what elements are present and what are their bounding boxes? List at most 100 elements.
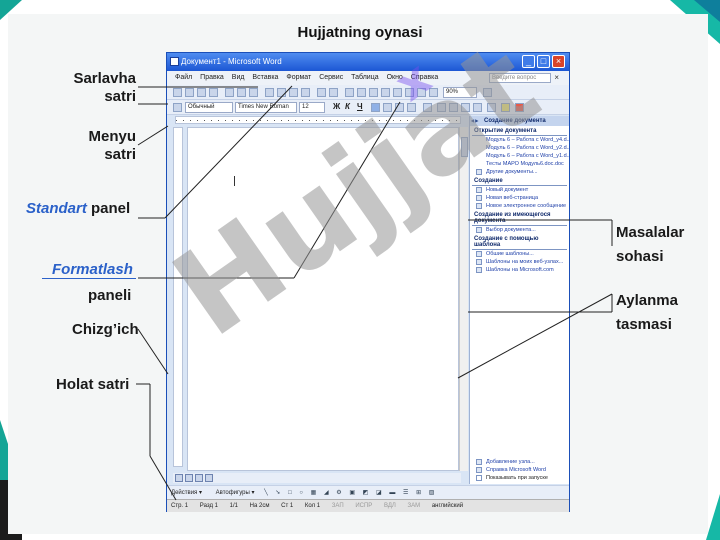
permission-icon[interactable] bbox=[209, 88, 218, 97]
menu-window[interactable]: Окно bbox=[387, 74, 403, 81]
draw-actions-menu[interactable]: Действия ▾ bbox=[171, 490, 202, 496]
minimize-button[interactable]: _ bbox=[522, 55, 535, 68]
line-spacing-icon[interactable] bbox=[423, 103, 432, 112]
menu-format[interactable]: Формат bbox=[286, 74, 311, 81]
styles-pane-icon[interactable] bbox=[173, 103, 182, 112]
new-document-icon[interactable] bbox=[173, 88, 182, 97]
redo-icon[interactable] bbox=[329, 88, 338, 97]
align-left-icon[interactable] bbox=[371, 103, 380, 112]
spelling-icon[interactable] bbox=[249, 88, 258, 97]
align-right-icon[interactable] bbox=[395, 103, 404, 112]
label-standard-panel-em: Standart bbox=[26, 200, 87, 217]
recent-file-2[interactable]: Модуль 6 – Работа с Word_y2.d... bbox=[470, 144, 569, 152]
show-at-startup-checkbox[interactable]: Показывать при запуске bbox=[470, 474, 569, 482]
menu-close-icon[interactable]: × bbox=[554, 71, 559, 85]
word-help-link[interactable]: Справка Microsoft Word bbox=[470, 466, 569, 474]
my-web-templates-link[interactable]: Шаблоны на моих веб-узлах... bbox=[470, 258, 569, 266]
tables-borders-icon[interactable] bbox=[357, 88, 366, 97]
borders-icon[interactable] bbox=[487, 103, 496, 112]
menu-bar: Файл Правка Вид Вставка Формат Сервис Та… bbox=[167, 71, 569, 85]
task-pane: Создание документа Открытие документа Мо… bbox=[469, 116, 569, 484]
menu-file[interactable]: Файл bbox=[175, 74, 192, 81]
more-documents-label: Другие документы... bbox=[486, 169, 538, 175]
slide-title: Hujjatning oynasi bbox=[297, 24, 423, 41]
numbering-icon[interactable] bbox=[437, 103, 446, 112]
print-icon[interactable] bbox=[225, 88, 234, 97]
vertical-scrollbar[interactable] bbox=[459, 127, 468, 471]
label-title-bar: Sarlavha satri bbox=[62, 70, 136, 106]
help-icon[interactable] bbox=[483, 88, 492, 97]
word-help-label: Справка Microsoft Word bbox=[486, 467, 546, 473]
menu-help[interactable]: Справка bbox=[411, 74, 438, 81]
copy-icon[interactable] bbox=[277, 88, 286, 97]
more-documents-link[interactable]: Другие документы... bbox=[470, 168, 569, 176]
recent-file-1[interactable]: Модуль 6 – Работа с Word_y4.d... bbox=[470, 136, 569, 144]
document-map-icon[interactable] bbox=[417, 88, 426, 97]
add-place-link[interactable]: Добавление узла... bbox=[470, 458, 569, 466]
recent-file-3[interactable]: Модуль 6 – Работа с Word_y1.d... bbox=[470, 152, 569, 160]
status-column: Кол 1 bbox=[304, 503, 321, 509]
recent-file-4[interactable]: Тесты МАРО Модуль6.doc.doc bbox=[470, 160, 569, 168]
document-area[interactable] bbox=[187, 127, 459, 471]
drawing-tools-icons[interactable]: ╲ ➘ □ ○ ▦ ◢ ⚙ ▣ ◩ ◪ ▬ ☰ ⊞ ▨ bbox=[264, 490, 437, 496]
word-window: Документ1 - Microsoft Word _ □ × Файл Пр… bbox=[166, 52, 570, 512]
web-view-icon[interactable] bbox=[185, 474, 193, 482]
bold-button[interactable]: Ж bbox=[333, 102, 340, 111]
font-color-icon[interactable] bbox=[515, 103, 524, 112]
text-cursor bbox=[234, 176, 235, 186]
window-title-bar[interactable]: Документ1 - Microsoft Word _ □ × bbox=[167, 53, 569, 71]
horizontal-ruler[interactable] bbox=[175, 116, 461, 124]
align-center-icon[interactable] bbox=[383, 103, 392, 112]
vertical-ruler[interactable] bbox=[173, 127, 183, 467]
maximize-button[interactable]: □ bbox=[537, 55, 550, 68]
drawing-icon[interactable] bbox=[405, 88, 414, 97]
justify-icon[interactable] bbox=[407, 103, 416, 112]
ask-question-input[interactable]: Введите вопрос bbox=[489, 73, 551, 83]
font-select[interactable]: Times New Roman bbox=[235, 102, 297, 113]
formatting-toolbar: Обычный Times New Roman 12 Ж К Ч bbox=[167, 100, 569, 115]
general-templates-link[interactable]: Обшие шаблоны... bbox=[470, 250, 569, 258]
font-size-select[interactable]: 12 bbox=[299, 102, 325, 113]
open-icon[interactable] bbox=[185, 88, 194, 97]
highlight-icon[interactable] bbox=[501, 103, 510, 112]
save-icon[interactable] bbox=[197, 88, 206, 97]
menu-tools[interactable]: Сервис bbox=[319, 74, 343, 81]
paste-icon[interactable] bbox=[289, 88, 298, 97]
autoshapes-menu[interactable]: Автофигуры ▾ bbox=[216, 490, 255, 496]
label-ruler: Chizg’ich bbox=[72, 321, 139, 338]
decrease-indent-icon[interactable] bbox=[461, 103, 470, 112]
menu-table[interactable]: Таблица bbox=[351, 74, 378, 81]
format-painter-icon[interactable] bbox=[301, 88, 310, 97]
insert-table-icon[interactable] bbox=[369, 88, 378, 97]
columns-icon[interactable] bbox=[393, 88, 402, 97]
print-layout-icon[interactable] bbox=[195, 474, 203, 482]
new-document-link[interactable]: Новый документ bbox=[470, 186, 569, 194]
style-select[interactable]: Обычный bbox=[185, 102, 233, 113]
scrollbar-thumb[interactable] bbox=[461, 137, 468, 157]
task-pane-header[interactable]: Создание документа bbox=[470, 116, 569, 126]
show-hide-icon[interactable] bbox=[429, 88, 438, 97]
microsoft-templates-link[interactable]: Шаблоны на Microsoft.com bbox=[470, 266, 569, 274]
label-menu-bar: Menyu satri bbox=[62, 128, 136, 164]
insert-excel-icon[interactable] bbox=[381, 88, 390, 97]
zoom-select[interactable]: 90% bbox=[443, 87, 477, 98]
cut-icon[interactable] bbox=[265, 88, 274, 97]
new-web-page-link[interactable]: Новая веб-страница bbox=[470, 194, 569, 202]
close-button[interactable]: × bbox=[552, 55, 565, 68]
outline-view-icon[interactable] bbox=[205, 474, 213, 482]
from-existing-section: Создание из имеющегося документа bbox=[472, 210, 567, 226]
underline-button[interactable]: Ч bbox=[357, 102, 363, 111]
italic-button[interactable]: К bbox=[345, 102, 350, 111]
print-preview-icon[interactable] bbox=[237, 88, 246, 97]
folder-icon bbox=[476, 169, 482, 175]
bullets-icon[interactable] bbox=[449, 103, 458, 112]
choose-document-link[interactable]: Выбор документа... bbox=[470, 226, 569, 234]
increase-indent-icon[interactable] bbox=[473, 103, 482, 112]
new-email-link[interactable]: Новое электронное сообщение bbox=[470, 202, 569, 210]
undo-icon[interactable] bbox=[317, 88, 326, 97]
normal-view-icon[interactable] bbox=[175, 474, 183, 482]
menu-edit[interactable]: Правка bbox=[200, 74, 224, 81]
menu-insert[interactable]: Вставка bbox=[252, 74, 278, 81]
hyperlink-icon[interactable] bbox=[345, 88, 354, 97]
menu-view[interactable]: Вид bbox=[232, 74, 245, 81]
